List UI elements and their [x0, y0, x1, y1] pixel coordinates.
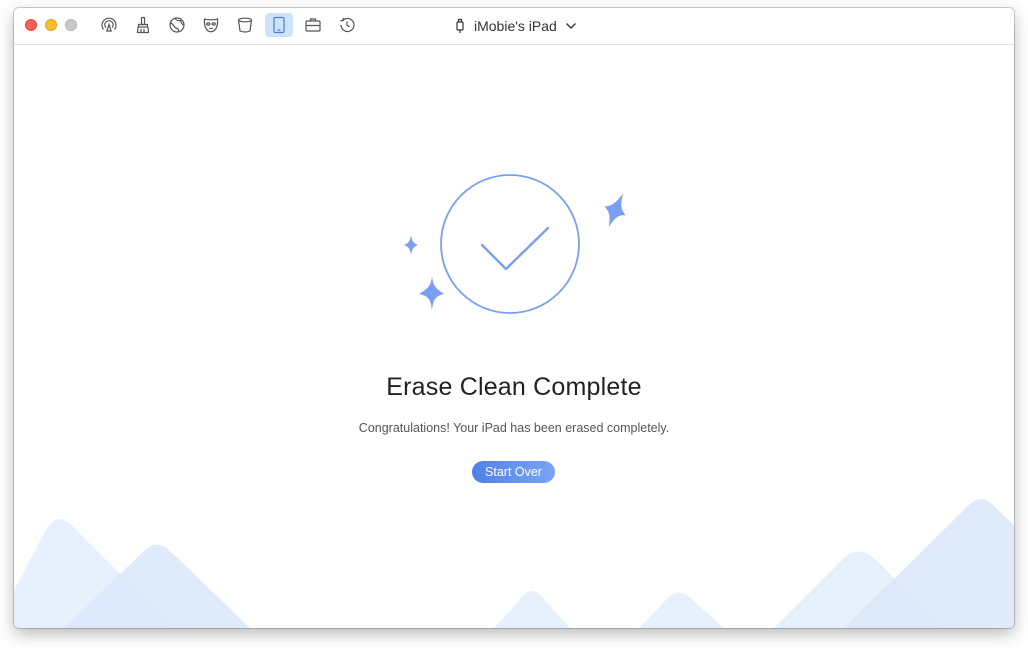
privacy-cleanup-button[interactable] [197, 13, 225, 37]
maximize-window-button[interactable] [65, 19, 77, 31]
usb-cable-icon [456, 18, 464, 33]
page-title: Erase Clean Complete [386, 373, 642, 401]
start-over-button[interactable]: Start Over [472, 461, 555, 483]
history-icon [340, 17, 355, 33]
success-illustration [404, 174, 626, 314]
toolkit-button[interactable] [299, 13, 327, 37]
device-name: iMobie's iPad [474, 18, 557, 34]
toolkit-icon [305, 18, 321, 32]
main-content: Erase Clean Complete Congratulations! Yo… [14, 45, 1014, 628]
system-junk-button[interactable] [231, 13, 259, 37]
airbackup-button[interactable] [95, 13, 123, 37]
sparkle-icon [404, 235, 418, 255]
airbackup-icon [101, 17, 117, 32]
completion-message: Congratulations! Your iPad has been eras… [358, 421, 670, 435]
privacy-cleanup-icon [203, 18, 219, 33]
sparkle-icon [419, 276, 444, 311]
cleaner-button[interactable] [129, 13, 157, 37]
history-button[interactable] [333, 13, 361, 37]
internet-cleanup-button[interactable] [163, 13, 191, 37]
internet-cleanup-icon [169, 17, 185, 33]
cleaner-icon [136, 16, 150, 34]
title-bar: iMobie's iPad [14, 8, 1014, 45]
sparkle-icon [604, 193, 626, 228]
device-selector[interactable]: iMobie's iPad [454, 16, 577, 36]
app-window: iMobie's iPad Erase Clean Complete Congr… [14, 8, 1014, 628]
chevron-down-icon [565, 23, 576, 29]
system-junk-icon [237, 17, 253, 33]
erase-device-icon [273, 16, 285, 34]
checkmark-icon [480, 226, 550, 271]
erase-device-button[interactable] [265, 13, 293, 37]
minimize-window-button[interactable] [45, 19, 57, 31]
close-window-button[interactable] [25, 19, 37, 31]
check-circle-icon [440, 174, 580, 314]
